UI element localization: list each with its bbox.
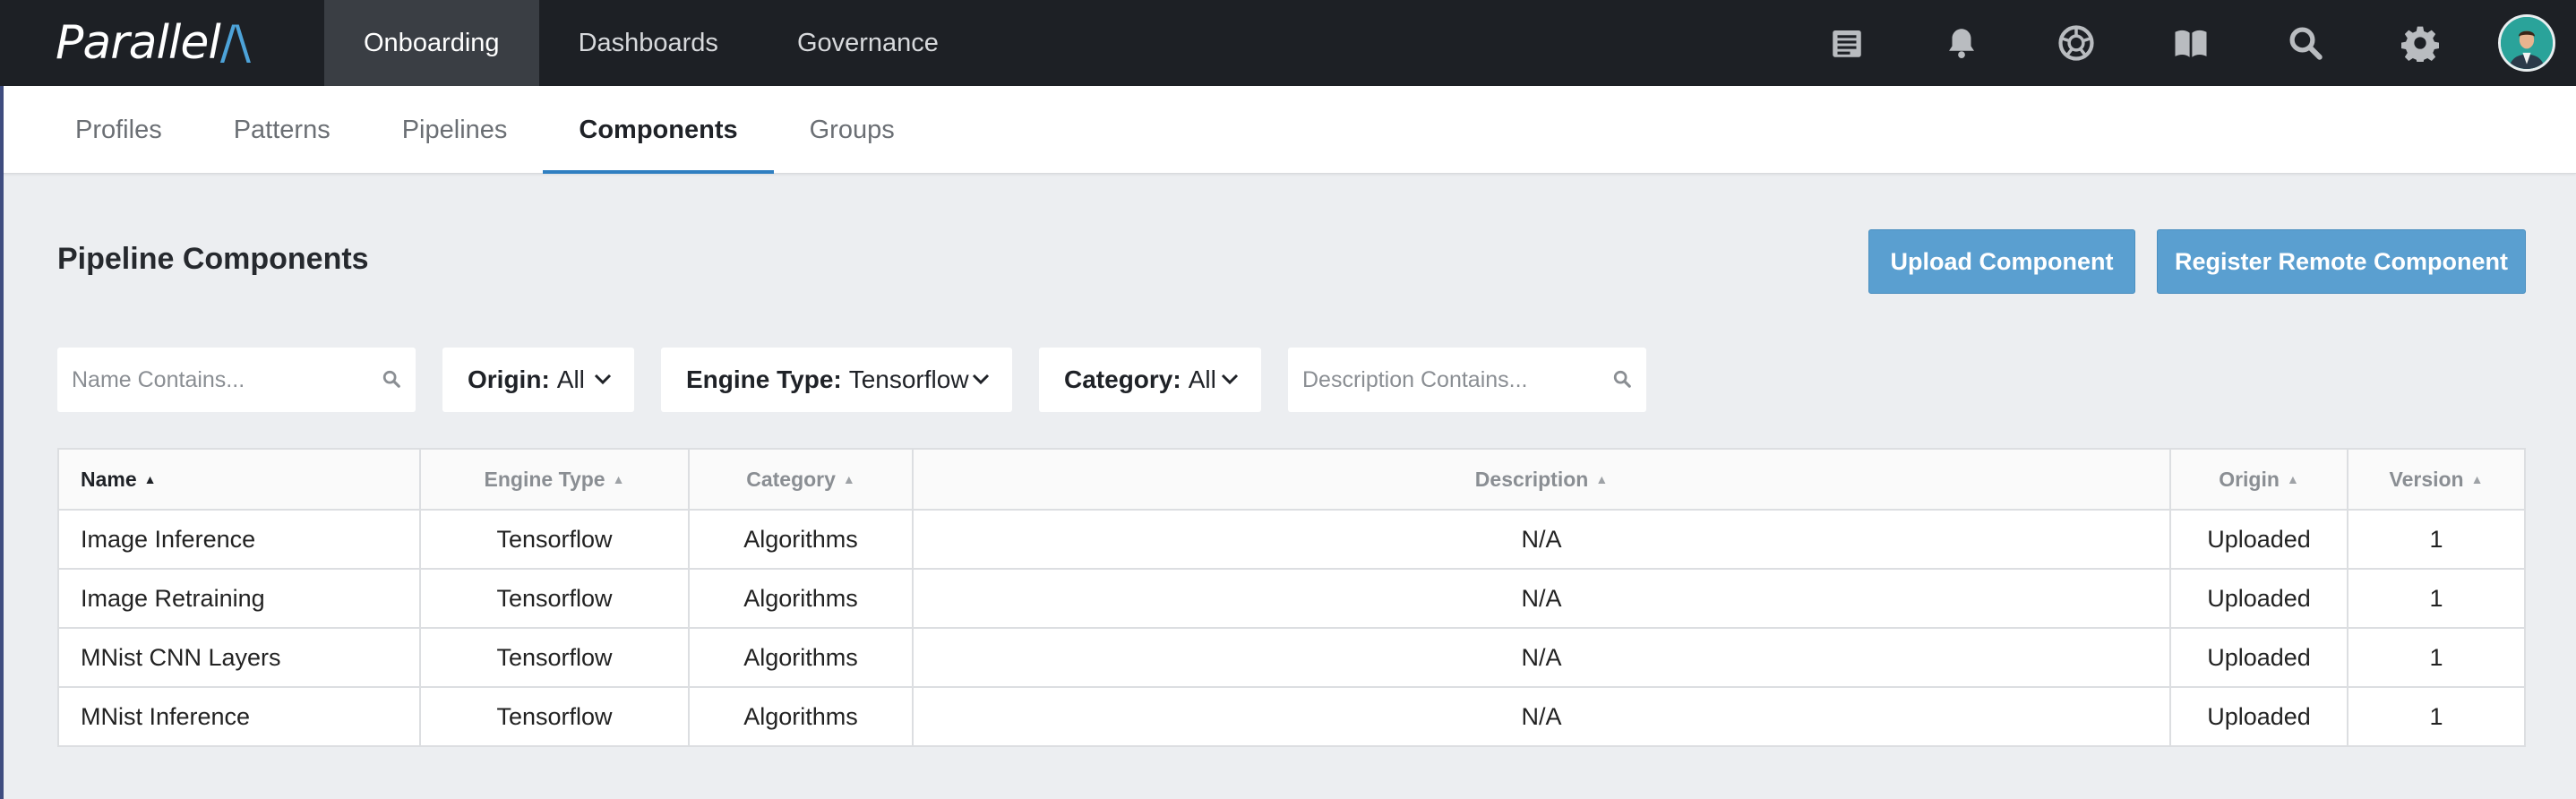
cell-category: Algorithms <box>688 570 912 627</box>
search-icon <box>382 370 400 388</box>
top-navbar: Parallel/\ Onboarding Dashboards Governa… <box>0 0 2576 86</box>
logo-accent: /\ <box>219 16 251 70</box>
cell-description: N/A <box>912 629 2169 686</box>
category-filter-dropdown[interactable]: Category: All <box>1039 348 1261 412</box>
description-contains-input[interactable]: Description Contains... <box>1288 348 1646 412</box>
table-row[interactable]: Image Retraining Tensorflow Algorithms N… <box>59 568 2524 627</box>
cell-category: Algorithms <box>688 629 912 686</box>
register-remote-component-button[interactable]: Register Remote Component <box>2157 229 2526 294</box>
column-header-description-label: Description <box>1474 467 1589 491</box>
cell-description: N/A <box>912 570 2169 627</box>
engine-type-filter-label: Engine Type: <box>686 365 842 393</box>
sort-icon: ▲ <box>2286 472 2299 486</box>
column-header-version[interactable]: Version ▲ <box>2347 450 2524 509</box>
tab-pipelines[interactable]: Pipelines <box>366 86 544 174</box>
cell-engine-type: Tensorflow <box>419 629 688 686</box>
sub-navbar: Profiles Patterns Pipelines Components G… <box>4 86 2576 174</box>
search-icon[interactable] <box>2248 0 2363 86</box>
column-header-name[interactable]: Name ▲ <box>59 450 419 509</box>
aperture-icon[interactable] <box>2019 0 2134 86</box>
logo-text: Parallel <box>56 16 221 70</box>
topnav-onboarding[interactable]: Onboarding <box>324 0 539 86</box>
bell-icon[interactable] <box>1904 0 2019 86</box>
avatar[interactable] <box>2498 14 2555 72</box>
origin-filter-label: Origin: <box>468 365 550 393</box>
cell-name: Image Retraining <box>81 584 265 612</box>
cell-engine-type: Tensorflow <box>419 511 688 568</box>
cell-name: MNist Inference <box>81 702 251 730</box>
avatar-container[interactable] <box>2477 0 2576 86</box>
name-contains-placeholder: Name Contains... <box>72 366 245 392</box>
column-header-category-label: Category <box>746 467 836 491</box>
category-filter-value: All <box>1188 365 1216 393</box>
tab-components[interactable]: Components <box>543 86 774 174</box>
tab-patterns[interactable]: Patterns <box>198 86 366 174</box>
sort-asc-icon: ▲ <box>143 472 157 486</box>
topnav-dashboards[interactable]: Dashboards <box>539 0 758 86</box>
sort-icon: ▲ <box>612 472 625 486</box>
table-row[interactable]: MNist Inference Tensorflow Algorithms N/… <box>59 686 2524 745</box>
tab-groups[interactable]: Groups <box>774 86 931 174</box>
origin-filter-dropdown[interactable]: Origin: All <box>442 348 634 412</box>
table-row[interactable]: MNist CNN Layers Tensorflow Algorithms N… <box>59 627 2524 686</box>
cell-category: Algorithms <box>688 511 912 568</box>
engine-type-filter-dropdown[interactable]: Engine Type: Tensorflow <box>661 348 1012 412</box>
document-icon[interactable] <box>1790 0 1904 86</box>
chevron-down-icon <box>972 374 990 385</box>
cell-category: Algorithms <box>688 688 912 745</box>
cell-version: 1 <box>2347 570 2524 627</box>
column-header-version-label: Version <box>2389 467 2464 491</box>
topnav-governance[interactable]: Governance <box>758 0 978 86</box>
components-table: Name ▲ Engine Type ▲ Category ▲ Description… <box>57 448 2526 747</box>
gear-icon[interactable] <box>2363 0 2477 86</box>
book-icon[interactable] <box>2134 0 2248 86</box>
cell-version: 1 <box>2347 688 2524 745</box>
cell-description: N/A <box>912 688 2169 745</box>
sort-icon: ▲ <box>1595 472 1609 486</box>
cell-origin: Uploaded <box>2169 688 2347 745</box>
column-header-description[interactable]: Description ▲ <box>912 450 2169 509</box>
cell-name: MNist CNN Layers <box>81 643 281 671</box>
sort-icon: ▲ <box>2470 472 2484 486</box>
category-filter-label: Category: <box>1064 365 1181 393</box>
tab-profiles[interactable]: Profiles <box>39 86 198 174</box>
column-header-name-label: Name <box>81 467 137 491</box>
parallelm-logo[interactable]: Parallel/\ <box>0 0 324 86</box>
cell-engine-type: Tensorflow <box>419 570 688 627</box>
column-header-origin[interactable]: Origin ▲ <box>2169 450 2347 509</box>
engine-type-filter-value: Tensorflow <box>848 365 969 393</box>
table-header-row: Name ▲ Engine Type ▲ Category ▲ Description… <box>59 450 2524 509</box>
cell-description: N/A <box>912 511 2169 568</box>
column-header-engine-type-label: Engine Type <box>484 467 605 491</box>
cell-version: 1 <box>2347 629 2524 686</box>
chevron-down-icon <box>594 374 612 385</box>
upload-component-button[interactable]: Upload Component <box>1868 229 2135 294</box>
sort-icon: ▲ <box>842 472 855 486</box>
column-header-category[interactable]: Category ▲ <box>688 450 912 509</box>
name-contains-input[interactable]: Name Contains... <box>57 348 416 412</box>
column-header-origin-label: Origin <box>2219 467 2280 491</box>
cell-version: 1 <box>2347 511 2524 568</box>
origin-filter-value: All <box>556 365 585 393</box>
topnav-spacer <box>978 0 1790 86</box>
cell-engine-type: Tensorflow <box>419 688 688 745</box>
page-title: Pipeline Components <box>57 242 369 276</box>
description-contains-placeholder: Description Contains... <box>1302 366 1528 392</box>
cell-origin: Uploaded <box>2169 629 2347 686</box>
cell-origin: Uploaded <box>2169 570 2347 627</box>
table-row[interactable]: Image Inference Tensorflow Algorithms N/… <box>59 509 2524 568</box>
search-icon <box>1613 370 1631 388</box>
chevron-down-icon <box>1221 374 1239 385</box>
column-header-engine-type[interactable]: Engine Type ▲ <box>419 450 688 509</box>
cell-origin: Uploaded <box>2169 511 2347 568</box>
cell-name: Image Inference <box>81 525 256 553</box>
